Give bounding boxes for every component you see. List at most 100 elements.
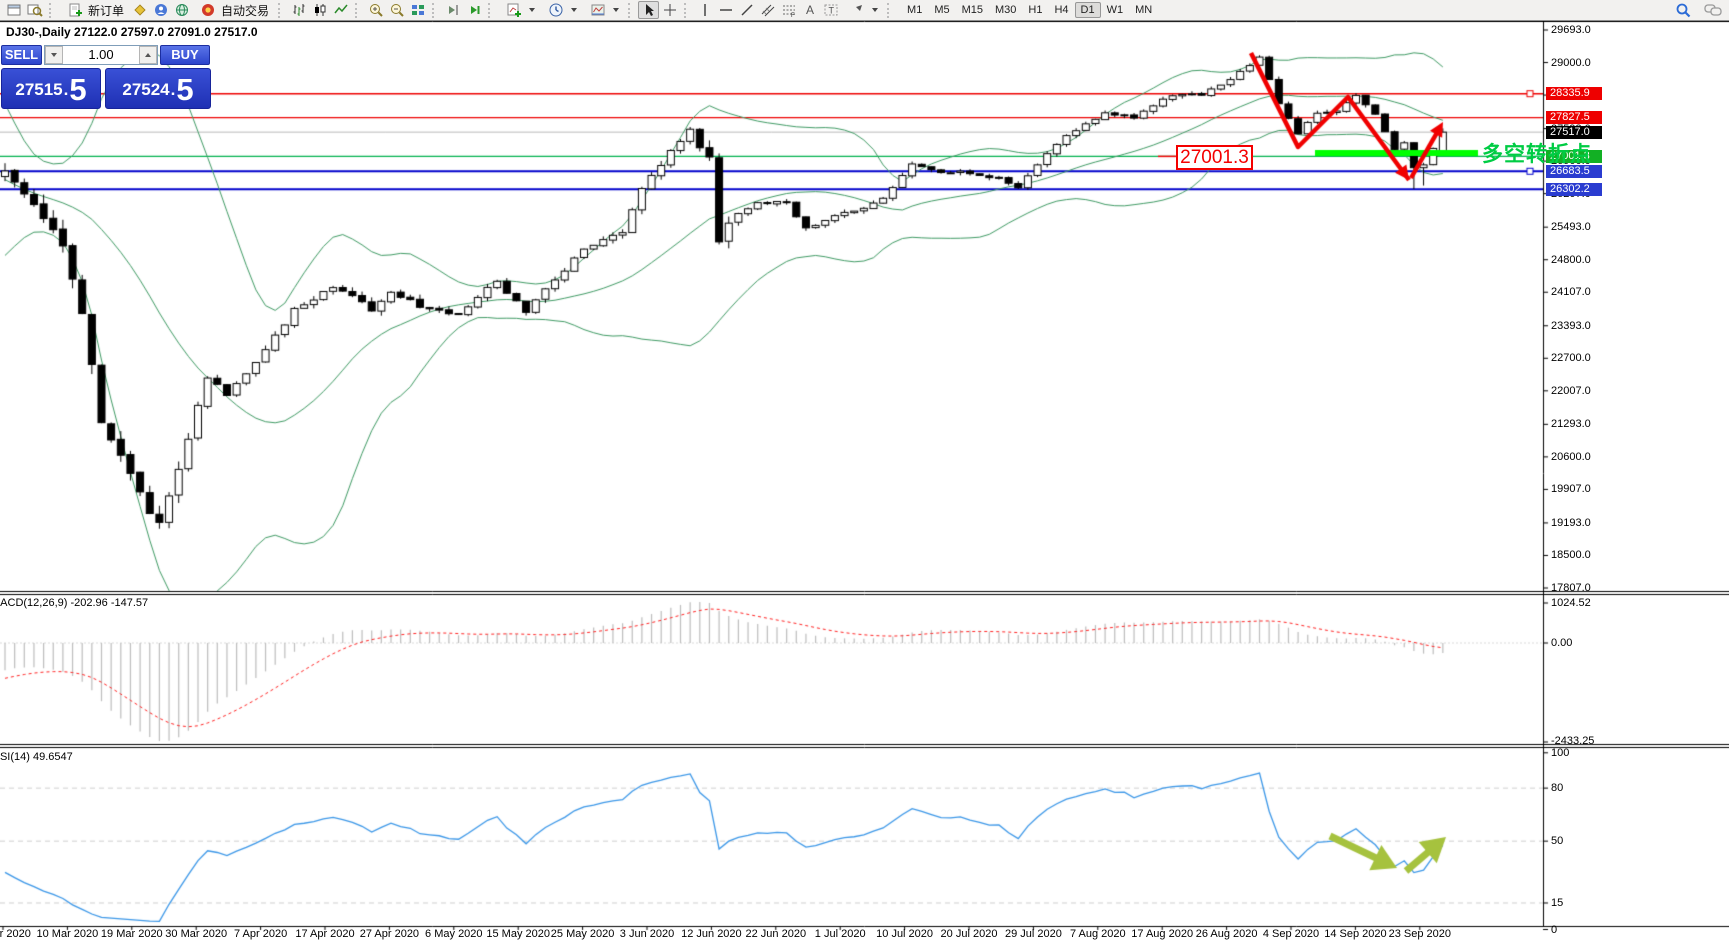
cursor-icon[interactable] [638,1,659,19]
terminal-icon[interactable] [150,1,171,19]
date-axis-label: 15 May 2020 [486,928,550,940]
buy-price-panel[interactable]: 27524.5 [105,68,211,109]
chart-canvas[interactable] [0,0,1729,936]
text-label-icon[interactable]: T [820,1,841,19]
date-axis-label: 25 May 2020 [551,928,615,940]
tf-button-H4[interactable]: H4 [1048,2,1074,18]
price-axis-tick: 25493.0 [1551,221,1591,233]
date-axis-label: 2 Mar 2020 [0,928,31,940]
fibonacci-icon[interactable]: F [778,1,799,19]
tf-button-M5[interactable]: M5 [928,2,955,18]
volume-down-button[interactable] [45,46,63,64]
zoom-in-icon[interactable] [365,1,386,19]
buy-button[interactable]: BUY [160,45,210,65]
date-axis-label: 10 Jul 2020 [876,928,933,940]
date-axis-label: 7 Apr 2020 [234,928,287,940]
horizontal-line-icon[interactable] [715,1,736,19]
new-order-button[interactable]: 新订单 [59,1,129,19]
bar-chart-icon[interactable] [288,1,309,19]
date-axis-label: 17 Apr 2020 [295,928,354,940]
tile-windows-icon[interactable] [407,1,428,19]
tf-button-W1[interactable]: W1 [1101,2,1130,18]
price-badge: 28335.9 [1546,87,1602,100]
chart-profiles-icon[interactable] [24,1,45,19]
tf-button-M1[interactable]: M1 [901,2,928,18]
one-click-trading-panel: SELL 1.00 BUY 27515.5 27524.5 [1,45,211,109]
tf-button-H1[interactable]: H1 [1022,2,1048,18]
tf-button-M30[interactable]: M30 [989,2,1022,18]
arrows-button[interactable] [841,1,883,19]
indicators-icon [503,1,524,19]
turning-point-label[interactable]: 多空转折点 [1482,138,1592,168]
date-axis-label: 23 Sep 2020 [1389,928,1451,940]
arrow-shape-icon [846,1,867,19]
svg-text:F: F [791,13,795,18]
text-icon[interactable]: A [799,1,820,19]
periods-button[interactable] [540,1,582,19]
autotrading-button[interactable]: 自动交易 [192,1,274,19]
price-axis-tick: 21293.0 [1551,418,1591,430]
triangle-up-icon [145,53,151,57]
date-axis-label: 10 Mar 2020 [37,928,99,940]
volume-stepper: 1.00 [44,45,158,65]
toolbar-grip [684,3,690,18]
chart-title: DJ30-,Daily 27122.0 27597.0 27091.0 2751… [6,25,258,39]
macd-label: MACD(12,26,9) -202.96 -147.57 [0,597,148,609]
line-chart-icon[interactable] [330,1,351,19]
indicators-button[interactable] [498,1,540,19]
date-axis-label: 17 Aug 2020 [1131,928,1193,940]
date-axis-label: 27 Apr 2020 [360,928,419,940]
svg-text:T: T [828,6,834,16]
crosshair-icon[interactable] [659,1,680,19]
price-axis-tick: 22007.0 [1551,385,1591,397]
sell-price-panel[interactable]: 27515.5 [1,68,101,109]
price-badge: 27827.5 [1546,111,1602,124]
templates-button[interactable] [582,1,624,19]
chevron-down-icon [571,8,577,12]
date-axis-label: 4 Sep 2020 [1263,928,1319,940]
tf-button-M15[interactable]: M15 [956,2,989,18]
candlestick-chart-icon[interactable] [309,1,330,19]
timeframe-group: M1M5M15M30H1H4D1W1MN [901,2,1158,18]
date-axis-label: 3 Jun 2020 [620,928,674,940]
tf-button-MN[interactable]: MN [1129,2,1158,18]
new-chart-icon[interactable] [3,1,24,19]
equidistant-channel-icon[interactable] [757,1,778,19]
search-icon[interactable] [1673,1,1694,19]
chevron-down-icon [529,8,535,12]
new-order-icon [64,1,85,19]
date-axis-label: 30 Mar 2020 [165,928,227,940]
tf-button-D1[interactable]: D1 [1075,2,1101,18]
rsi-axis-tick: 15 [1551,897,1563,909]
price-callout-label[interactable]: 27001.3 [1176,145,1253,170]
toolbar-grip [355,3,361,18]
zoom-out-icon[interactable] [386,1,407,19]
vertical-line-icon[interactable] [694,1,715,19]
volume-value[interactable]: 1.00 [63,46,139,64]
macd-axis-tick: -2433.25 [1551,735,1594,747]
price-axis-tick: 24107.0 [1551,286,1591,298]
sell-price-dot: . [64,75,69,105]
metaeditor-icon[interactable] [129,1,150,19]
autotrading-label: 自动交易 [221,2,269,19]
trendline-icon[interactable] [736,1,757,19]
macd-axis-tick: 0.00 [1551,637,1572,649]
auto-scroll-icon[interactable] [463,1,484,19]
template-icon [587,1,608,19]
volume-up-button[interactable] [139,46,157,64]
sell-price-main: 27515 [15,75,62,105]
price-badge: 27517.0 [1546,126,1602,139]
chat-icon[interactable] [1702,1,1723,19]
price-axis-tick: 24800.0 [1551,254,1591,266]
chart-shift-icon[interactable] [442,1,463,19]
sell-button[interactable]: SELL [1,45,42,65]
chevron-down-icon [872,8,878,12]
date-axis-label: 6 May 2020 [425,928,482,940]
broadcast-icon[interactable] [171,1,192,19]
clock-icon [545,1,566,19]
price-axis-tick: 29693.0 [1551,24,1591,36]
toolbar-grip [887,3,893,18]
toolbar-grip [488,3,494,18]
price-axis-tick: 17807.0 [1551,582,1591,594]
price-axis-tick: 20600.0 [1551,451,1591,463]
